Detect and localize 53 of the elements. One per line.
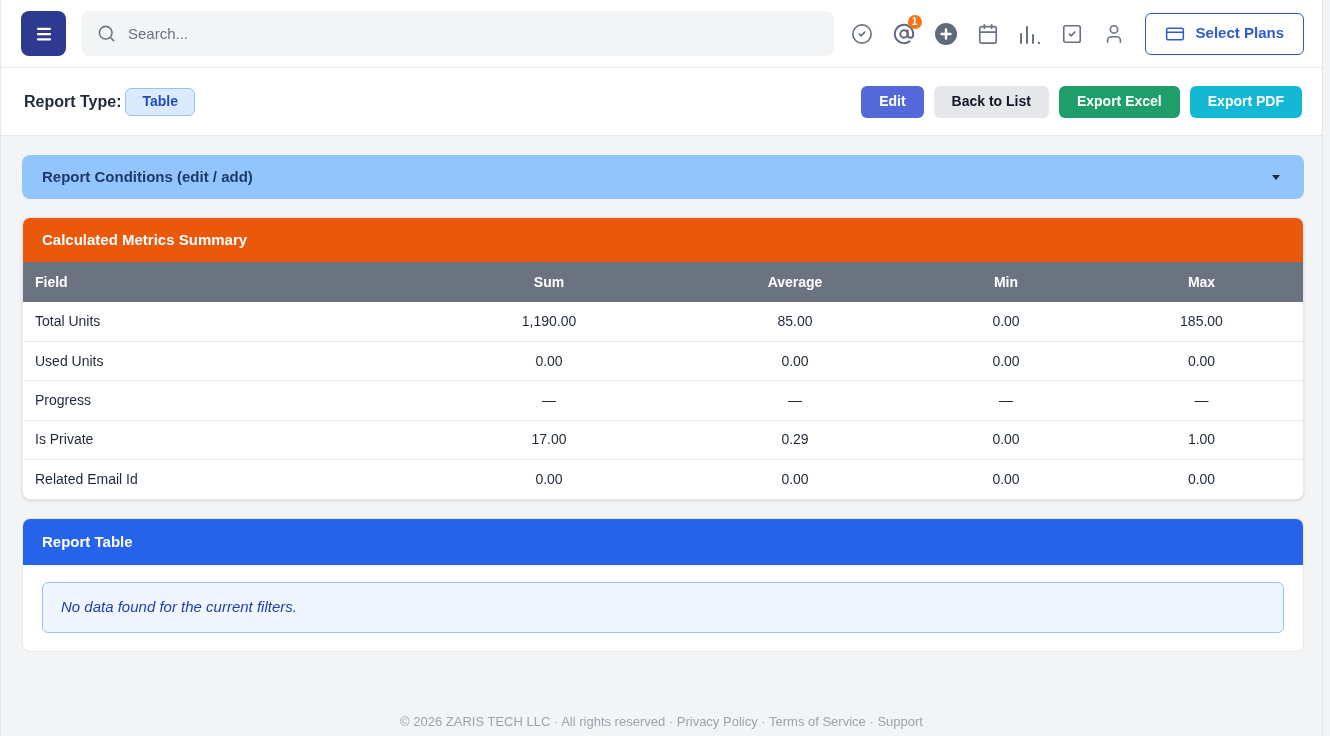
back-to-list-button[interactable]: Back to List (933, 85, 1049, 118)
footer-link[interactable]: Support (877, 714, 923, 729)
notification-badge: 1 (907, 14, 922, 29)
table-cell: 1.00 (1099, 420, 1303, 460)
table-cell: 0.00 (677, 341, 913, 381)
footer-text: © 2026 ZARIS TECH LLC · All rights reserved · Privacy Policy · Terms of Service · Support (399, 714, 924, 731)
table-cell: Progress (23, 380, 421, 421)
table-cell: 0.00 (913, 341, 1099, 381)
report-type-label: Report Type: (24, 91, 122, 112)
table-cell: Is Private (23, 420, 421, 460)
export-pdf-button[interactable]: Export PDF (1189, 85, 1302, 118)
table-cell: Total Units (23, 302, 421, 342)
table-cell: 0.00 (1099, 459, 1303, 499)
table-cell: 185.00 (1099, 302, 1303, 342)
table-cell: — (677, 380, 913, 421)
export-excel-button[interactable]: Export Excel (1058, 85, 1180, 118)
empty-message: No data found for the current filters. (42, 581, 1284, 633)
search-field[interactable]: Search... (81, 11, 834, 56)
column-header: Max (1099, 262, 1303, 302)
checkbox-icon[interactable] (1060, 22, 1083, 45)
column-header: Average (677, 262, 913, 302)
table-cell: — (913, 380, 1099, 421)
table-cell: — (421, 380, 677, 421)
column-header: Sum (421, 262, 677, 302)
calendar-icon[interactable] (976, 22, 999, 45)
plus-circle-icon[interactable] (934, 22, 957, 45)
column-header: Field (23, 262, 421, 302)
card-title: Report Table (42, 531, 133, 552)
table-cell: Related Email Id (23, 459, 421, 499)
table-cell: 1,190.00 (421, 302, 677, 342)
table-cell: 0.00 (913, 459, 1099, 499)
check-circle-icon[interactable] (850, 22, 873, 45)
table-cell: — (1099, 380, 1303, 421)
search-icon (97, 24, 116, 43)
menu-button[interactable] (21, 11, 66, 56)
table-cell: 17.00 (421, 420, 677, 460)
select-plans-button[interactable]: Select Plans (1144, 12, 1304, 55)
table-cell: 0.00 (421, 459, 677, 499)
table-cell: 0.00 (677, 459, 913, 499)
report-conditions-bar[interactable]: Report Conditions (edit / add) (22, 155, 1304, 199)
edit-button[interactable]: Edit (861, 85, 924, 118)
table-cell: 0.00 (421, 341, 677, 381)
footer-link[interactable]: Terms of Service (769, 714, 866, 729)
table-cell: 0.00 (913, 420, 1099, 460)
table-cell: 0.00 (1099, 341, 1303, 381)
table-cell: 85.00 (677, 302, 913, 342)
card-title: Calculated Metrics Summary (42, 229, 248, 250)
column-header: Min (913, 262, 1099, 302)
table-cell: 0.00 (913, 302, 1099, 342)
report-type-tag: Table (125, 87, 195, 116)
table-cell: Used Units (23, 341, 421, 381)
footer-link[interactable]: Privacy Policy (676, 714, 758, 729)
table-cell: 0.29 (677, 420, 913, 460)
